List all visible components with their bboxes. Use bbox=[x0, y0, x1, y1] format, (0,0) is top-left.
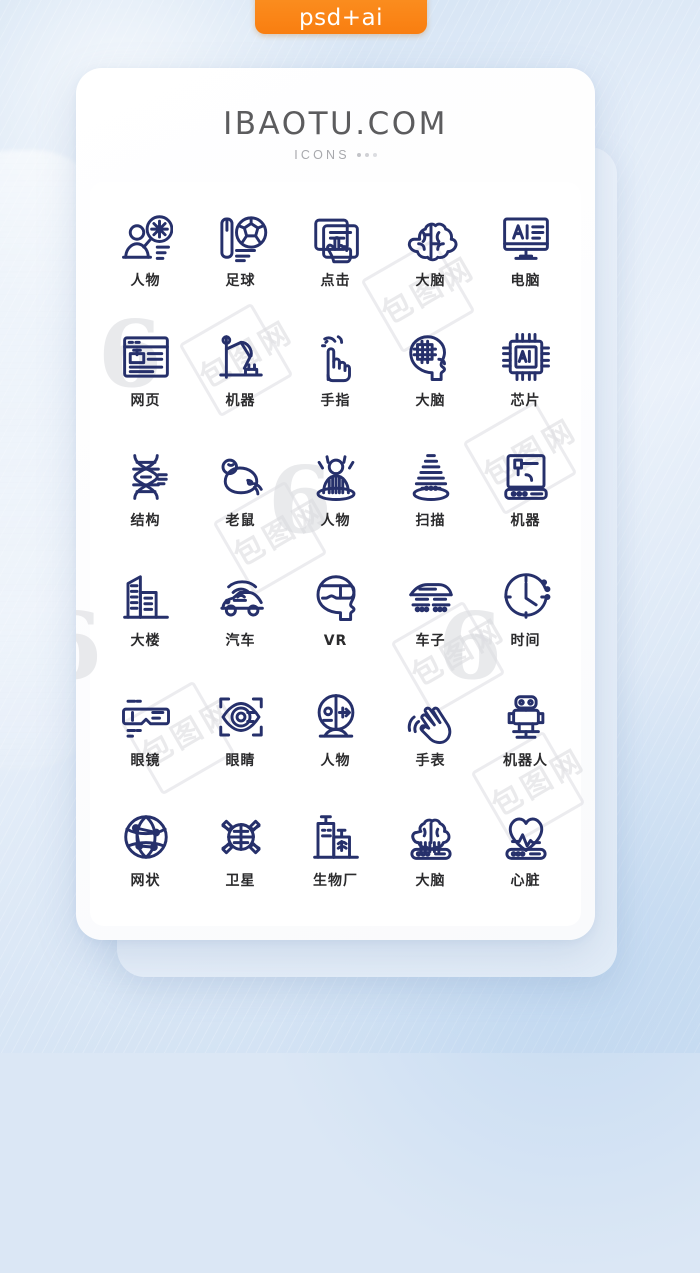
icon-cell[interactable]: 车子 bbox=[383, 562, 478, 682]
icon-label: 电脑 bbox=[510, 273, 541, 289]
icon-cell[interactable]: 生物厂 bbox=[288, 802, 383, 922]
card-header: IBAOTU.COM ICONS bbox=[76, 68, 595, 182]
icon-label: 芯片 bbox=[510, 393, 541, 409]
icon-label: 人物 bbox=[130, 273, 161, 289]
card-subtitle: ICONS bbox=[294, 148, 350, 162]
icon-cell[interactable]: 时间 bbox=[478, 562, 573, 682]
icon-label: 结构 bbox=[130, 513, 161, 529]
brain-icon bbox=[404, 210, 458, 264]
card-subtitle-row: ICONS bbox=[76, 148, 595, 162]
head-circuit-icon bbox=[404, 330, 458, 384]
psd-ai-badge: psd+ai bbox=[255, 0, 427, 34]
icon-cell[interactable]: 结构 bbox=[98, 442, 193, 562]
dna-structure-icon bbox=[119, 450, 173, 504]
icon-label: 手表 bbox=[415, 753, 446, 769]
icon-label: 点击 bbox=[320, 273, 351, 289]
icon-cell[interactable]: 老鼠 bbox=[193, 442, 288, 562]
icon-cell[interactable]: 大楼 bbox=[98, 562, 193, 682]
icon-cell[interactable]: 扫描 bbox=[383, 442, 478, 562]
vr-headset-icon bbox=[309, 570, 363, 624]
gesture-hand-icon bbox=[404, 690, 458, 744]
icon-cell[interactable]: 足球 bbox=[193, 202, 288, 322]
icon-label: 网状 bbox=[130, 873, 161, 889]
icon-label: 手指 bbox=[320, 393, 351, 409]
icon-cell[interactable]: 大脑 bbox=[383, 322, 478, 442]
icon-label: 大脑 bbox=[415, 273, 446, 289]
bio-factory-icon bbox=[309, 810, 363, 864]
icon-cell[interactable]: 机器人 bbox=[478, 682, 573, 802]
icon-cell[interactable]: 人物 bbox=[98, 202, 193, 322]
icon-cell[interactable]: 网页 bbox=[98, 322, 193, 442]
icon-label: 机器人 bbox=[503, 753, 548, 769]
hologram-person-icon bbox=[309, 450, 363, 504]
globe-network-icon bbox=[119, 810, 173, 864]
icon-cell[interactable]: 卫星 bbox=[193, 802, 288, 922]
icon-cell[interactable]: 大脑 bbox=[383, 802, 478, 922]
icon-label: 机器 bbox=[225, 393, 256, 409]
icon-cell[interactable]: 人物 bbox=[288, 682, 383, 802]
football-analysis-icon bbox=[214, 210, 268, 264]
icon-cell[interactable]: 电脑 bbox=[478, 202, 573, 322]
icon-cell[interactable]: 手表 bbox=[383, 682, 478, 802]
robot-icon bbox=[499, 690, 553, 744]
icon-cell[interactable]: 机器 bbox=[478, 442, 573, 562]
icon-label: 扫描 bbox=[415, 513, 446, 529]
icon-label: 心脏 bbox=[510, 873, 541, 889]
icon-label: 机器 bbox=[510, 513, 541, 529]
clock-time-icon bbox=[499, 570, 553, 624]
icon-cell[interactable]: 眼睛 bbox=[193, 682, 288, 802]
icon-cell[interactable]: 手指 bbox=[288, 322, 383, 442]
icon-label: 大脑 bbox=[415, 873, 446, 889]
satellite-icon bbox=[214, 810, 268, 864]
icon-label: VR bbox=[323, 633, 348, 649]
icon-label: 眼睛 bbox=[225, 753, 256, 769]
subtitle-dots-icon bbox=[356, 153, 377, 157]
ai-chip-icon bbox=[499, 330, 553, 384]
icon-grid: 人物 足球 点击 大脑 电脑 网页 机器 手指 大脑 芯片 结构 老鼠 人物 扫描 机器 大楼 汽车 VR 车子 时间… bbox=[98, 202, 573, 922]
icon-label: 足球 bbox=[225, 273, 256, 289]
icon-label: 老鼠 bbox=[225, 513, 256, 529]
ai-monitor-icon bbox=[499, 210, 553, 264]
webpage-icon bbox=[119, 330, 173, 384]
icon-label: 人物 bbox=[320, 513, 351, 529]
icon-cell[interactable]: 网状 bbox=[98, 802, 193, 922]
icon-cell[interactable]: 人物 bbox=[288, 442, 383, 562]
icon-label: 生物厂 bbox=[313, 873, 358, 889]
hover-car-icon bbox=[404, 570, 458, 624]
eye-scan-icon bbox=[214, 690, 268, 744]
heart-chip-icon bbox=[499, 810, 553, 864]
smart-glasses-icon bbox=[119, 690, 173, 744]
icon-cell[interactable]: 机器 bbox=[193, 322, 288, 442]
icon-label: 卫星 bbox=[225, 873, 256, 889]
icon-label: 大脑 bbox=[415, 393, 446, 409]
icon-cell[interactable]: VR bbox=[288, 562, 383, 682]
android-face-icon bbox=[309, 690, 363, 744]
icon-cell[interactable]: 点击 bbox=[288, 202, 383, 322]
brain-chip-icon bbox=[404, 810, 458, 864]
icon-label: 人物 bbox=[320, 753, 351, 769]
scan-beam-icon bbox=[404, 450, 458, 504]
icon-cell[interactable]: 心脏 bbox=[478, 802, 573, 922]
click-touch-icon bbox=[309, 210, 363, 264]
robotic-arm-icon bbox=[214, 330, 268, 384]
icon-cell[interactable]: 大脑 bbox=[383, 202, 478, 322]
buildings-icon bbox=[119, 570, 173, 624]
icon-set-card: 6 6 6 6 包图网 包图网 包图网 包图网 包图网 包图网 包图网 IBAO… bbox=[76, 68, 595, 940]
brand-title: IBAOTU.COM bbox=[223, 106, 448, 142]
machine-printer-icon bbox=[499, 450, 553, 504]
smart-car-icon bbox=[214, 570, 268, 624]
person-search-icon bbox=[119, 210, 173, 264]
icon-label: 眼镜 bbox=[130, 753, 161, 769]
icon-label: 时间 bbox=[510, 633, 541, 649]
icon-label: 汽车 bbox=[225, 633, 256, 649]
icon-label: 车子 bbox=[415, 633, 446, 649]
icon-label: 网页 bbox=[130, 393, 161, 409]
icon-cell[interactable]: 眼镜 bbox=[98, 682, 193, 802]
icon-cell[interactable]: 汽车 bbox=[193, 562, 288, 682]
finger-point-icon bbox=[309, 330, 363, 384]
lab-mouse-icon bbox=[214, 450, 268, 504]
icon-cell[interactable]: 芯片 bbox=[478, 322, 573, 442]
icon-label: 大楼 bbox=[130, 633, 161, 649]
psd-ai-badge-label: psd+ai bbox=[299, 5, 383, 31]
